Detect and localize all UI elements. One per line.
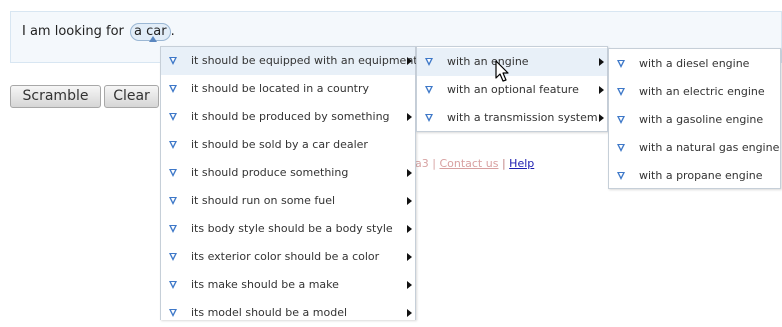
down-triangle-icon <box>169 309 177 317</box>
mouse-pointer-icon <box>495 60 509 82</box>
menu-item[interactable]: it should be equipped with an equipment <box>161 47 418 75</box>
menu-item-label: it should be located in a country <box>191 82 370 95</box>
down-triangle-icon <box>169 57 177 65</box>
down-triangle-icon <box>617 144 625 152</box>
down-triangle-icon <box>425 86 433 94</box>
suggestion-menu-level-2: with an engine with an optional feature … <box>416 46 608 132</box>
right-arrow-icon <box>599 58 604 66</box>
menu-item[interactable]: its model should be a model <box>161 299 415 327</box>
right-arrow-icon <box>407 57 412 65</box>
menu-item[interactable]: it should be sold by a car dealer <box>161 131 415 159</box>
down-triangle-icon <box>425 58 433 66</box>
down-triangle-icon <box>425 114 433 122</box>
menu-item[interactable]: with a propane engine <box>609 162 780 190</box>
footer-links: a3 | Contact us | Help <box>415 157 534 171</box>
menu-item[interactable]: with a gasoline engine <box>609 106 780 134</box>
menu-item[interactable]: with a transmission system <box>417 104 607 132</box>
down-triangle-icon <box>169 253 177 261</box>
query-suffix: . <box>170 24 175 39</box>
help-link[interactable]: Help <box>509 157 534 170</box>
menu-item-label: its model should be a model <box>191 306 348 319</box>
right-arrow-icon <box>407 281 412 289</box>
menu-item[interactable]: its body style should be a body style <box>161 215 415 243</box>
menu-item[interactable]: it should produce something <box>161 159 415 187</box>
menu-item-label: its body style should be a body style <box>191 222 393 235</box>
right-arrow-icon <box>599 86 604 94</box>
menu-item-label: its exterior color should be a color <box>191 250 380 263</box>
menu-item-label: with an engine <box>447 55 529 68</box>
down-triangle-icon <box>169 141 177 149</box>
down-triangle-icon <box>169 113 177 121</box>
down-triangle-icon <box>169 225 177 233</box>
suggestion-menu-level-1: it should be equipped with an equipment … <box>160 46 418 320</box>
right-arrow-icon <box>407 169 412 177</box>
right-arrow-icon <box>407 113 412 121</box>
down-triangle-icon <box>617 116 625 124</box>
down-triangle-icon <box>169 281 177 289</box>
down-triangle-icon <box>169 197 177 205</box>
scramble-button[interactable]: Scramble <box>10 85 101 108</box>
menu-item-label: with an optional feature <box>447 83 579 96</box>
down-triangle-icon <box>169 85 177 93</box>
menu-item-label: with an electric engine <box>639 85 765 98</box>
menu-item[interactable]: its make should be a make <box>161 271 415 299</box>
menu-item[interactable]: it should be produced by something <box>161 103 415 131</box>
down-triangle-icon <box>617 88 625 96</box>
menu-item-label: it should be equipped with an equipment <box>191 54 418 67</box>
right-arrow-icon <box>407 197 412 205</box>
down-triangle-icon <box>617 60 625 68</box>
menu-item-label: with a propane engine <box>639 169 763 182</box>
right-arrow-icon <box>599 114 604 122</box>
menu-item-label: it should be produced by something <box>191 110 390 123</box>
menu-item[interactable]: with an electric engine <box>609 78 780 106</box>
menu-item-label: its make should be a make <box>191 278 339 291</box>
menu-item-label: it should run on some fuel <box>191 194 336 207</box>
down-triangle-icon <box>617 172 625 180</box>
caret-up-icon <box>149 36 157 42</box>
menu-item-label: with a gasoline engine <box>639 113 764 126</box>
menu-item-label: with a diesel engine <box>639 57 750 70</box>
right-arrow-icon <box>407 225 412 233</box>
menu-item[interactable]: it should run on some fuel <box>161 187 415 215</box>
down-triangle-icon <box>169 169 177 177</box>
clear-button[interactable]: Clear <box>104 85 159 108</box>
footer-separator: | <box>501 157 506 170</box>
menu-item-label: it should produce something <box>191 166 349 179</box>
menu-item-label: with a transmission system <box>447 111 598 124</box>
menu-item-label: it should be sold by a car dealer <box>191 138 368 151</box>
menu-item[interactable]: its exterior color should be a color <box>161 243 415 271</box>
right-arrow-icon <box>407 309 412 317</box>
query-prefix: I am looking for <box>22 24 124 39</box>
menu-item[interactable]: it should be located in a country <box>161 75 415 103</box>
menu-item[interactable]: with an optional feature <box>417 76 607 104</box>
contact-us-link[interactable]: Contact us <box>439 157 498 170</box>
menu-item[interactable]: with a diesel engine <box>609 50 780 78</box>
menu-item-label: with a natural gas engine <box>639 141 780 154</box>
suggestion-menu-level-3: with a diesel engine with an electric en… <box>608 48 781 189</box>
right-arrow-icon <box>407 253 412 261</box>
menu-item[interactable]: with an engine <box>417 48 607 76</box>
menu-item[interactable]: with a natural gas engine <box>609 134 780 162</box>
footer-fragment: a3 | <box>415 157 436 170</box>
